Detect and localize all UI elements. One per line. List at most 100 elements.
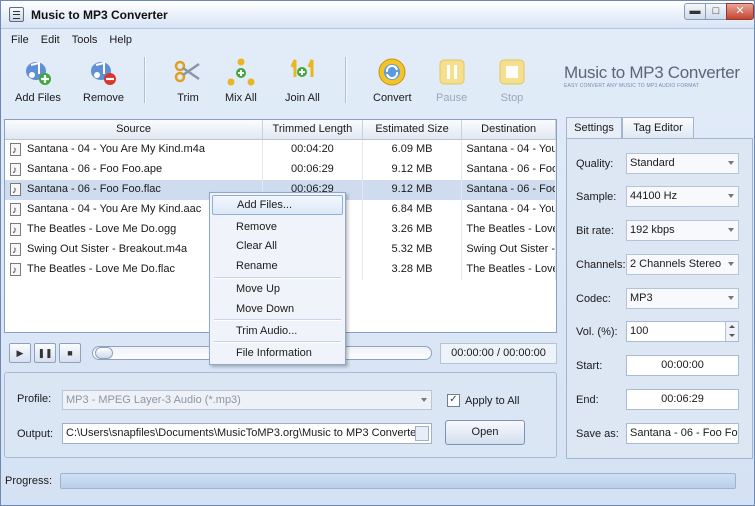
remove-button[interactable]: Remove [83, 57, 124, 104]
end-time-field[interactable]: 00:06:29 [626, 389, 739, 410]
destination-cell: The Beatles - Love [462, 220, 556, 240]
seek-handle[interactable] [95, 347, 113, 359]
brand-tagline: EASY CONVERT ANY MUSIC TO MP3 AUDIO FORM… [564, 83, 700, 89]
chevron-down-icon [728, 262, 734, 266]
column-header-destination[interactable]: Destination [462, 120, 556, 139]
trim-button[interactable]: Trim [173, 57, 203, 104]
sample-value: 44100 Hz [630, 190, 678, 202]
quality-row: Quality: Standard [576, 153, 751, 177]
menu-help[interactable]: Help [103, 32, 138, 50]
app-window: Music to MP3 Converter ▬ □ ✕ File Edit T… [0, 0, 755, 506]
menu-item-file-information[interactable]: File Information [212, 343, 343, 363]
close-button[interactable]: ✕ [726, 3, 754, 20]
chevron-down-icon [421, 398, 427, 402]
spinner-arrows-icon[interactable] [725, 322, 738, 341]
player-stop-button[interactable]: ■ [59, 343, 81, 363]
destination-cell: Santana - 04 - You [462, 140, 556, 160]
column-header-estimated-size[interactable]: Estimated Size [363, 120, 463, 139]
mix-all-label: Mix All [225, 92, 257, 104]
end-label: End: [576, 394, 599, 406]
table-row[interactable]: Santana - 04 - You Are My Kind.m4a 00:04… [5, 140, 556, 160]
browse-folder-button[interactable] [415, 426, 429, 441]
list-header: Source Trimmed Length Estimated Size Des… [5, 120, 556, 140]
audio-file-icon [10, 141, 21, 160]
convert-button[interactable]: Convert [373, 57, 412, 104]
bitrate-label: Bit rate: [576, 225, 614, 237]
chevron-down-icon [728, 228, 734, 232]
join-all-button[interactable]: Join All [285, 57, 320, 104]
quality-select[interactable]: Standard [626, 153, 739, 174]
menu-item-add-files[interactable]: Add Files... [212, 195, 343, 215]
destination-cell: Swing Out Sister - [462, 240, 556, 260]
menu-item-remove[interactable]: Remove [212, 217, 343, 237]
save-as-field[interactable]: Santana - 06 - Foo Foo [626, 423, 739, 444]
title-bar: Music to MP3 Converter ▬ □ ✕ [1, 1, 754, 29]
play-button[interactable]: ▶ [9, 343, 31, 363]
menu-item-rename[interactable]: Rename [212, 256, 343, 276]
apply-to-all-label[interactable]: Apply to All [465, 395, 519, 407]
column-header-trimmed-length[interactable]: Trimmed Length [263, 120, 363, 139]
source-cell: Santana - 04 - You Are My Kind.aac [27, 203, 202, 215]
start-time-field[interactable]: 00:00:00 [626, 355, 739, 376]
source-cell: Swing Out Sister - Breakout.m4a [27, 243, 188, 255]
settings-panel: Quality: Standard Sample: 44100 Hz Bit r… [566, 138, 753, 459]
player-pause-button[interactable]: ❚❚ [34, 343, 56, 363]
menu-item-clear-all[interactable]: Clear All [212, 236, 343, 256]
size-cell: 3.28 MB [363, 260, 463, 280]
destination-cell: Santana - 06 - Foo [462, 160, 556, 180]
open-button[interactable]: Open [445, 420, 525, 445]
volume-value: 100 [630, 325, 649, 337]
size-cell: 3.26 MB [363, 220, 463, 240]
minimize-button[interactable]: ▬ [684, 3, 706, 20]
add-files-button[interactable]: Add Files [15, 57, 61, 104]
codec-label: Codec: [576, 293, 611, 305]
output-path-value: C:\Users\snapfiles\Documents\MusicToMP3.… [66, 427, 424, 439]
menu-item-move-down[interactable]: Move Down [212, 299, 343, 319]
pause-button[interactable]: Pause [436, 57, 467, 104]
menu-file[interactable]: File [5, 32, 35, 50]
codec-select[interactable]: MP3 [626, 288, 739, 309]
output-path-field[interactable]: C:\Users\snapfiles\Documents\MusicToMP3.… [62, 423, 432, 444]
table-row[interactable]: Santana - 06 - Foo Foo.ape 00:06:29 9.12… [5, 160, 556, 180]
window-title: Music to MP3 Converter [31, 8, 168, 22]
stop-button[interactable]: Stop [497, 57, 527, 104]
maximize-button[interactable]: □ [705, 3, 727, 20]
progress-label: Progress: [5, 475, 53, 487]
add-files-label: Add Files [15, 92, 61, 104]
volume-label: Vol. (%): [576, 326, 618, 338]
end-row: End: 00:06:29 [576, 389, 751, 413]
chevron-down-icon [728, 296, 734, 300]
channels-select[interactable]: 2 Channels Stereo [626, 254, 739, 275]
convert-icon [377, 57, 407, 87]
menu-edit[interactable]: Edit [35, 32, 66, 50]
sample-select[interactable]: 44100 Hz [626, 186, 739, 207]
bitrate-select[interactable]: 192 kbps [626, 220, 739, 241]
chevron-down-icon [728, 161, 734, 165]
channels-label: Channels: [576, 259, 626, 271]
menu-item-trim-audio[interactable]: Trim Audio... [212, 321, 343, 341]
column-header-source[interactable]: Source [5, 120, 264, 139]
codec-value: MP3 [630, 292, 653, 304]
tab-tag-editor[interactable]: Tag Editor [622, 117, 694, 139]
save-as-row: Save as: Santana - 06 - Foo Foo [576, 423, 751, 447]
menu-tools[interactable]: Tools [66, 32, 104, 50]
pause-icon [437, 57, 467, 87]
menu-item-move-up[interactable]: Move Up [212, 279, 343, 299]
destination-cell: Santana - 04 - You [462, 200, 556, 220]
profile-value: MP3 - MPEG Layer-3 Audio (*.mp3) [66, 394, 241, 406]
menu-bar: File Edit Tools Help [5, 32, 138, 50]
profile-select[interactable]: MP3 - MPEG Layer-3 Audio (*.mp3) [62, 390, 432, 410]
audio-file-icon [10, 181, 21, 200]
pause-label: Pause [436, 92, 468, 104]
tab-settings[interactable]: Settings [566, 117, 622, 140]
audio-file-icon [10, 201, 21, 220]
volume-stepper[interactable]: 100 [626, 321, 739, 342]
brand-logo: Music to MP3 Converter EASY CONVERT ANY … [564, 63, 750, 89]
source-cell: The Beatles - Love Me Do.ogg [27, 223, 177, 235]
quality-label: Quality: [576, 158, 614, 170]
source-cell: Santana - 06 - Foo Foo.ape [27, 163, 163, 175]
codec-row: Codec: MP3 [576, 288, 751, 312]
mix-all-button[interactable]: Mix All [225, 57, 257, 104]
apply-to-all-checkbox[interactable]: ✓ [447, 394, 460, 407]
app-menu-icon[interactable] [9, 7, 24, 22]
